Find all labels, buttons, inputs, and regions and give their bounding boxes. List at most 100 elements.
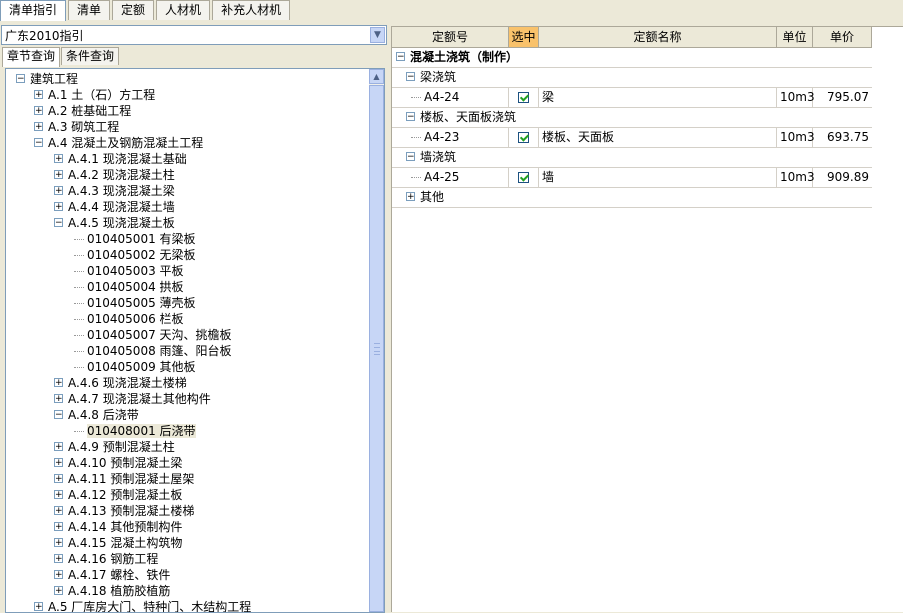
tree-node[interactable]: 010405009 其他板 <box>74 359 196 375</box>
tab-bill[interactable]: 清单 <box>68 0 111 20</box>
tree-scrollbar[interactable]: ▲ <box>369 69 384 612</box>
tab-chapter-query[interactable]: 章节查询 <box>2 47 61 67</box>
collapse-icon[interactable]: − <box>16 74 25 84</box>
tree-node[interactable]: + A.4.9 预制混凝土柱 <box>54 439 175 455</box>
grid-group-beam[interactable]: − 梁浇筑 <box>392 68 872 88</box>
tree-node[interactable]: 010405001 有梁板 <box>74 231 196 247</box>
header-code[interactable]: 定额号 <box>392 27 509 47</box>
tree-node[interactable]: + A.4.10 预制混凝土梁 <box>54 455 182 471</box>
tree-node[interactable]: − A.4.5 现浇混凝土板 <box>54 215 175 231</box>
tree-node[interactable]: + A.4.18 植筋胶植筋 <box>54 583 170 599</box>
expand-icon[interactable]: + <box>54 378 63 388</box>
expand-icon[interactable]: + <box>54 458 63 468</box>
tree-node-label: A.4 混凝土及钢筋混凝土工程 <box>48 136 204 150</box>
grid-group-slab[interactable]: − 楼板、天面板浇筑 <box>392 108 872 128</box>
tab-labor-material-machine[interactable]: 人材机 <box>156 0 211 20</box>
tree-node[interactable]: − 建筑工程 <box>16 71 78 87</box>
tree-node[interactable]: + A.4.14 其他预制构件 <box>54 519 182 535</box>
expand-icon[interactable]: + <box>54 442 63 452</box>
tree-node[interactable]: + A.4.11 预制混凝土屋架 <box>54 471 194 487</box>
collapse-icon[interactable]: − <box>406 112 415 122</box>
header-select[interactable]: 选中 <box>509 27 539 47</box>
table-row[interactable]: A4-25 墙 10m3 909.89 <box>392 168 872 188</box>
tree-node[interactable]: + A.4.17 螺栓、铁件 <box>54 567 170 583</box>
expand-icon[interactable]: + <box>54 154 63 164</box>
tree-node[interactable]: 010405005 薄壳板 <box>74 295 196 311</box>
collapse-icon[interactable]: − <box>406 152 415 162</box>
grid-group-wall[interactable]: − 墙浇筑 <box>392 148 872 168</box>
tree-node[interactable]: − A.4 混凝土及钢筋混凝土工程 <box>34 135 203 151</box>
expand-icon[interactable]: + <box>34 106 43 116</box>
expand-icon[interactable]: + <box>34 122 43 132</box>
tree-node[interactable]: + A.4.12 预制混凝土板 <box>54 487 182 503</box>
tree-connector <box>74 319 84 320</box>
header-price[interactable]: 单价 <box>813 27 872 47</box>
tree-node-label: A.4.2 现浇混凝土柱 <box>68 168 175 182</box>
table-row[interactable]: A4-23 楼板、天面板 10m3 693.75 <box>392 128 872 148</box>
tree-node[interactable]: − A.4.8 后浇带 <box>54 407 139 423</box>
table-row[interactable]: A4-24 梁 10m3 795.07 <box>392 88 872 108</box>
tree-node-label: 010405005 薄壳板 <box>87 296 196 310</box>
collapse-icon[interactable]: − <box>406 72 415 82</box>
select-checkbox[interactable] <box>518 172 529 183</box>
tree-node[interactable]: + A.4.15 混凝土构筑物 <box>54 535 182 551</box>
expand-icon[interactable]: + <box>54 522 63 532</box>
select-checkbox[interactable] <box>518 92 529 103</box>
select-checkbox[interactable] <box>518 132 529 143</box>
tree-node-label: A.4.7 现浇混凝土其他构件 <box>68 392 211 406</box>
tree-node[interactable]: + A.3 砌筑工程 <box>34 119 119 135</box>
expand-icon[interactable]: + <box>54 474 63 484</box>
header-name[interactable]: 定额名称 <box>539 27 777 47</box>
tree-node[interactable]: 010405007 天沟、挑檐板 <box>74 327 232 343</box>
scroll-thumb[interactable] <box>369 85 384 612</box>
expand-icon[interactable]: + <box>54 506 63 516</box>
expand-icon[interactable]: + <box>54 586 63 596</box>
tree-node-label: A.4.6 现浇混凝土楼梯 <box>68 376 187 390</box>
collapse-icon[interactable]: − <box>396 52 405 62</box>
tree-node[interactable]: 010405008 雨篷、阳台板 <box>74 343 232 359</box>
tree-node[interactable]: + A.4.3 现浇混凝土梁 <box>54 183 175 199</box>
left-panel: 广东2010指引 ▼ 章节查询 条件查询 − 建筑工程 + A.1 土（石）方工程 + A… <box>0 22 387 613</box>
expand-icon[interactable]: + <box>406 192 415 202</box>
tree-node[interactable]: + A.4.13 预制混凝土楼梯 <box>54 503 194 519</box>
collapse-icon[interactable]: − <box>54 410 63 420</box>
header-unit[interactable]: 单位 <box>777 27 813 47</box>
tree-node[interactable]: 010405002 无梁板 <box>74 247 196 263</box>
tree-node[interactable]: 010408001 后浇带 <box>74 423 196 439</box>
tree-connector <box>74 239 84 240</box>
tree-node[interactable]: 010405004 拱板 <box>74 279 184 295</box>
tree-node[interactable]: + A.4.1 现浇混凝土基础 <box>54 151 187 167</box>
tree-node-label: 010405007 天沟、挑檐板 <box>87 328 232 342</box>
tree-node[interactable]: + A.4.2 现浇混凝土柱 <box>54 167 175 183</box>
tree-node[interactable]: 010405006 栏板 <box>74 311 184 327</box>
expand-icon[interactable]: + <box>34 602 43 612</box>
expand-icon[interactable]: + <box>54 202 63 212</box>
collapse-icon[interactable]: − <box>34 138 43 148</box>
expand-icon[interactable]: + <box>34 90 43 100</box>
tree-node[interactable]: + A.4.6 现浇混凝土楼梯 <box>54 375 187 391</box>
guide-library-select[interactable]: 广东2010指引 ▼ <box>1 25 387 45</box>
tab-bill-guide[interactable]: 清单指引 <box>0 0 67 21</box>
expand-icon[interactable]: + <box>54 490 63 500</box>
expand-icon[interactable]: + <box>54 170 63 180</box>
scroll-up-icon[interactable]: ▲ <box>369 69 384 84</box>
tree-node[interactable]: + A.4.16 钢筋工程 <box>54 551 158 567</box>
tree-node[interactable]: 010405003 平板 <box>74 263 184 279</box>
tab-condition-query[interactable]: 条件查询 <box>61 47 120 65</box>
chevron-down-icon[interactable]: ▼ <box>370 27 385 43</box>
collapse-icon[interactable]: − <box>54 218 63 228</box>
expand-icon[interactable]: + <box>54 394 63 404</box>
tree-node[interactable]: + A.2 桩基础工程 <box>34 103 131 119</box>
tab-supplement-labor-material-machine[interactable]: 补充人材机 <box>212 0 291 20</box>
tree-node[interactable]: + A.4.7 现浇混凝土其他构件 <box>54 391 211 407</box>
tab-quota[interactable]: 定额 <box>112 0 155 20</box>
expand-icon[interactable]: + <box>54 570 63 580</box>
grid-group-root[interactable]: − 混凝土浇筑（制作） <box>392 48 872 68</box>
tree-node[interactable]: + A.1 土（石）方工程 <box>34 87 155 103</box>
expand-icon[interactable]: + <box>54 554 63 564</box>
tree-node[interactable]: + A.4.4 现浇混凝土墙 <box>54 199 175 215</box>
expand-icon[interactable]: + <box>54 186 63 196</box>
tree-node[interactable]: + A.5 厂库房大门、特种门、木结构工程 <box>34 599 251 612</box>
expand-icon[interactable]: + <box>54 538 63 548</box>
grid-group-other[interactable]: + 其他 <box>392 188 872 208</box>
